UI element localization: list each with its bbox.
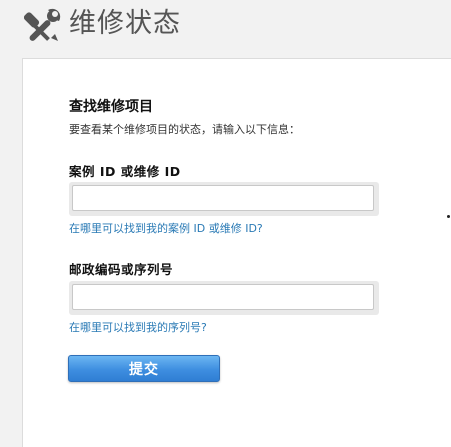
- page-title: 维修状态: [69, 8, 181, 39]
- submit-button[interactable]: 提交: [68, 355, 220, 382]
- page-header: 维修状态: [0, 0, 451, 58]
- section-title: 查找维修项目: [69, 99, 153, 115]
- case-id-field-frame: [69, 182, 379, 216]
- section-description: 要查看某个维修项目的状态，请输入以下信息：: [69, 123, 300, 136]
- serial-number-help-link[interactable]: 在哪里可以找到我的序列号?: [69, 319, 207, 335]
- serial-number-field-frame: [69, 281, 379, 315]
- case-id-input[interactable]: [72, 185, 374, 211]
- serial-number-input[interactable]: [72, 284, 374, 310]
- wrench-screwdriver-icon: [23, 7, 62, 45]
- serial-number-label: 邮政编码或序列号: [69, 262, 174, 277]
- case-id-help-link[interactable]: 在哪里可以找到我的案例 ID 或维修 ID?: [69, 220, 263, 236]
- stray-dot: [447, 215, 450, 218]
- form-panel: [22, 58, 451, 447]
- case-id-label: 案例 ID 或维修 ID: [69, 164, 181, 179]
